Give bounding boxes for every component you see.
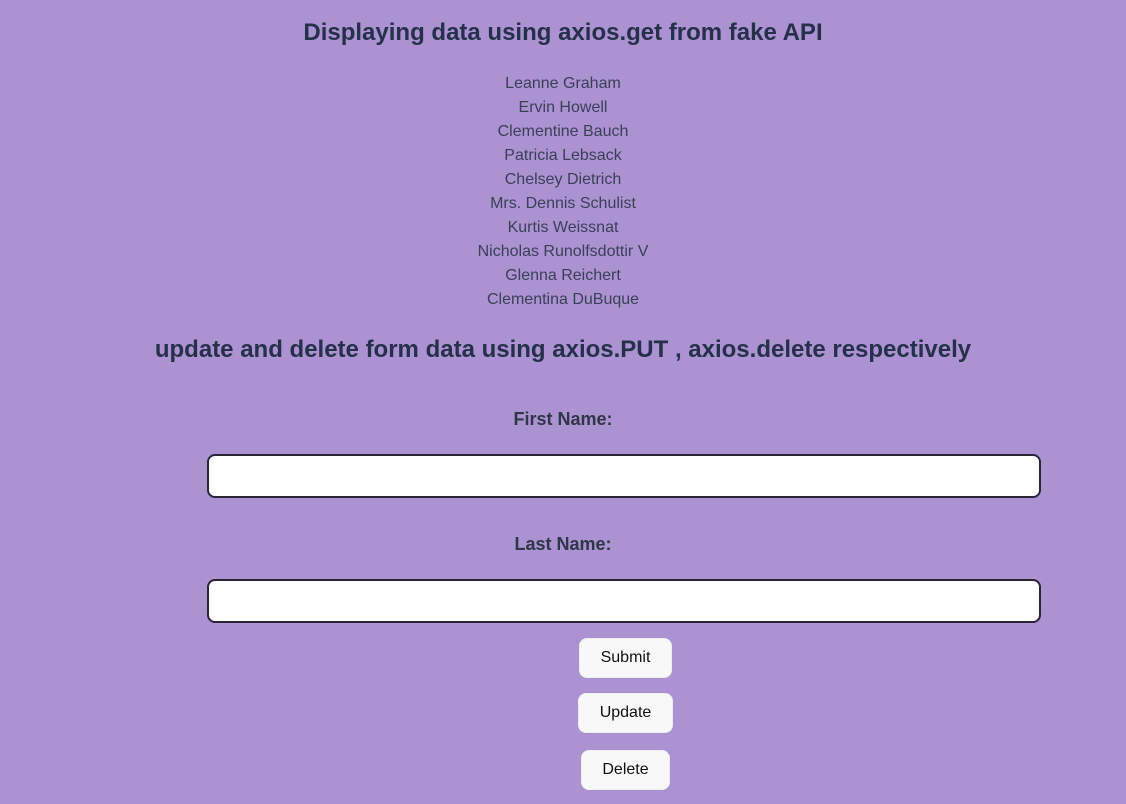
list-item: Ervin Howell <box>518 99 608 116</box>
form-section-title: update and delete form data using axios.… <box>0 335 1126 365</box>
first-name-label: First Name: <box>513 409 613 429</box>
list-item: Nicholas Runolfsdottir V <box>477 243 649 260</box>
list-item: Clementine Bauch <box>497 123 629 140</box>
list-item: Kurtis Weissnat <box>507 219 619 236</box>
update-button[interactable]: Update <box>578 693 673 733</box>
first-name-field[interactable] <box>207 454 1041 498</box>
submit-button[interactable]: Submit <box>579 638 672 678</box>
list-item: Mrs. Dennis Schulist <box>490 195 636 212</box>
list-item: Glenna Reichert <box>505 267 621 284</box>
list-item: Leanne Graham <box>505 75 621 92</box>
last-name-field[interactable] <box>207 579 1041 623</box>
page-title: Displaying data using axios.get from fak… <box>303 19 823 46</box>
list-item: Clementina DuBuque <box>486 291 640 308</box>
list-item: Patricia Lebsack <box>504 147 622 164</box>
delete-button[interactable]: Delete <box>581 750 670 790</box>
last-name-label: Last Name: <box>514 534 612 554</box>
user-list: Leanne Graham Ervin Howell Clementine Ba… <box>0 72 1126 312</box>
form-section-title-text: update and delete form data using axios.… <box>154 336 972 363</box>
page: Displaying data using axios.get from fak… <box>0 0 1126 804</box>
list-item: Chelsey Dietrich <box>504 171 622 188</box>
